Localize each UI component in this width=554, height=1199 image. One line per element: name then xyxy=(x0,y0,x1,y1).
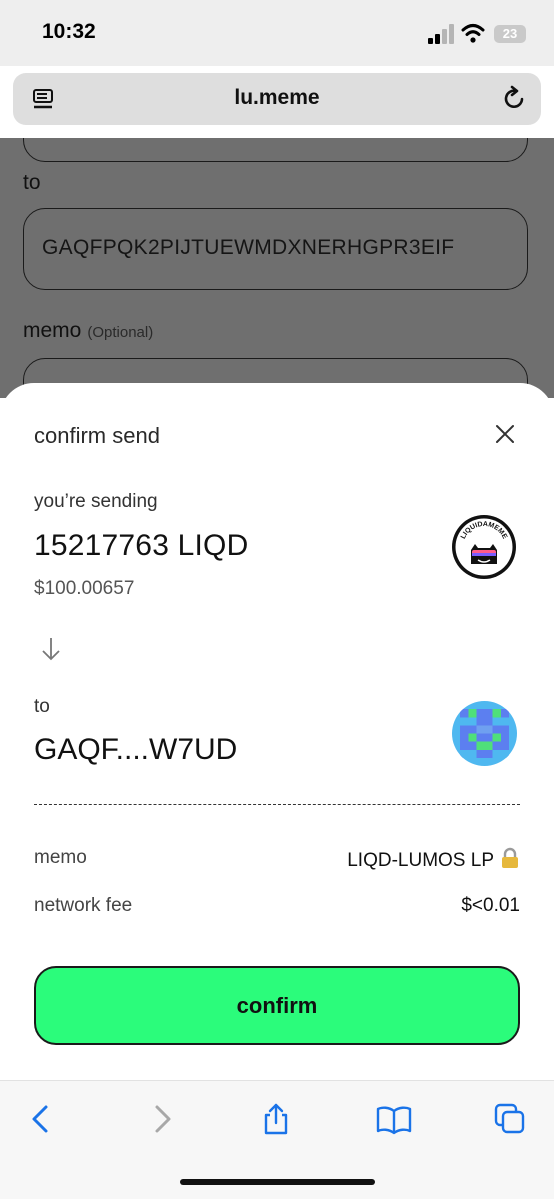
close-icon[interactable] xyxy=(494,423,516,445)
sheet-title: confirm send xyxy=(34,423,160,448)
amount-field xyxy=(23,138,528,162)
sending-label: you’re sending xyxy=(34,491,158,512)
recipient-address: GAQF....W7UD xyxy=(34,733,238,766)
arrow-down-icon xyxy=(42,638,60,661)
to-label: to xyxy=(23,171,41,194)
tabs-icon[interactable] xyxy=(494,1103,526,1135)
confirm-button[interactable]: confirm xyxy=(34,966,520,1045)
wifi-icon xyxy=(461,24,485,43)
memo-detail-label: memo xyxy=(34,847,87,868)
recipient-field: GAQFPQK2PIJTUEWMDXNERHGPR3EIF xyxy=(23,208,528,290)
network-fee-label: network fee xyxy=(34,895,133,916)
dashed-divider xyxy=(34,804,520,805)
usd-value: $100.00657 xyxy=(34,578,135,599)
memo-optional-label: (Optional) xyxy=(87,324,154,341)
home-indicator xyxy=(180,1179,375,1185)
memo-detail-value: LIQD-LUMOS LP xyxy=(347,847,520,872)
confirm-send-sheet: confirm send you’re sending 15217763 LIQ… xyxy=(0,383,554,1080)
address-bar[interactable]: lu.meme xyxy=(13,73,541,125)
memo-detail-text: LIQD-LUMOS LP xyxy=(347,850,494,871)
cellular-signal-icon xyxy=(428,24,454,44)
recipient-value: GAQFPQK2PIJTUEWMDXNERHGPR3EIF xyxy=(42,236,455,259)
memo-label: memo (Optional) xyxy=(23,319,153,343)
forward-icon[interactable] xyxy=(145,1103,177,1135)
recipient-avatar xyxy=(452,701,517,766)
status-bar: 10:32 23 xyxy=(0,0,554,66)
page-url[interactable]: lu.meme xyxy=(13,86,541,110)
status-time: 10:32 xyxy=(42,20,96,43)
background-form: to GAQFPQK2PIJTUEWMDXNERHGPR3EIF memo (Op… xyxy=(0,138,554,398)
bookmarks-icon[interactable] xyxy=(376,1103,412,1135)
battery-icon: 23 xyxy=(494,25,526,43)
liquidameme-token-logo: LIQUIDAMEME xyxy=(452,515,516,579)
reload-icon[interactable] xyxy=(502,85,528,113)
back-icon[interactable] xyxy=(26,1103,58,1135)
to-label: to xyxy=(34,696,50,717)
lock-icon xyxy=(502,847,518,868)
share-icon[interactable] xyxy=(260,1103,292,1135)
network-fee-value: $<0.01 xyxy=(461,895,520,916)
memo-label-text: memo xyxy=(23,319,82,342)
send-amount: 15217763 LIQD xyxy=(34,529,249,562)
